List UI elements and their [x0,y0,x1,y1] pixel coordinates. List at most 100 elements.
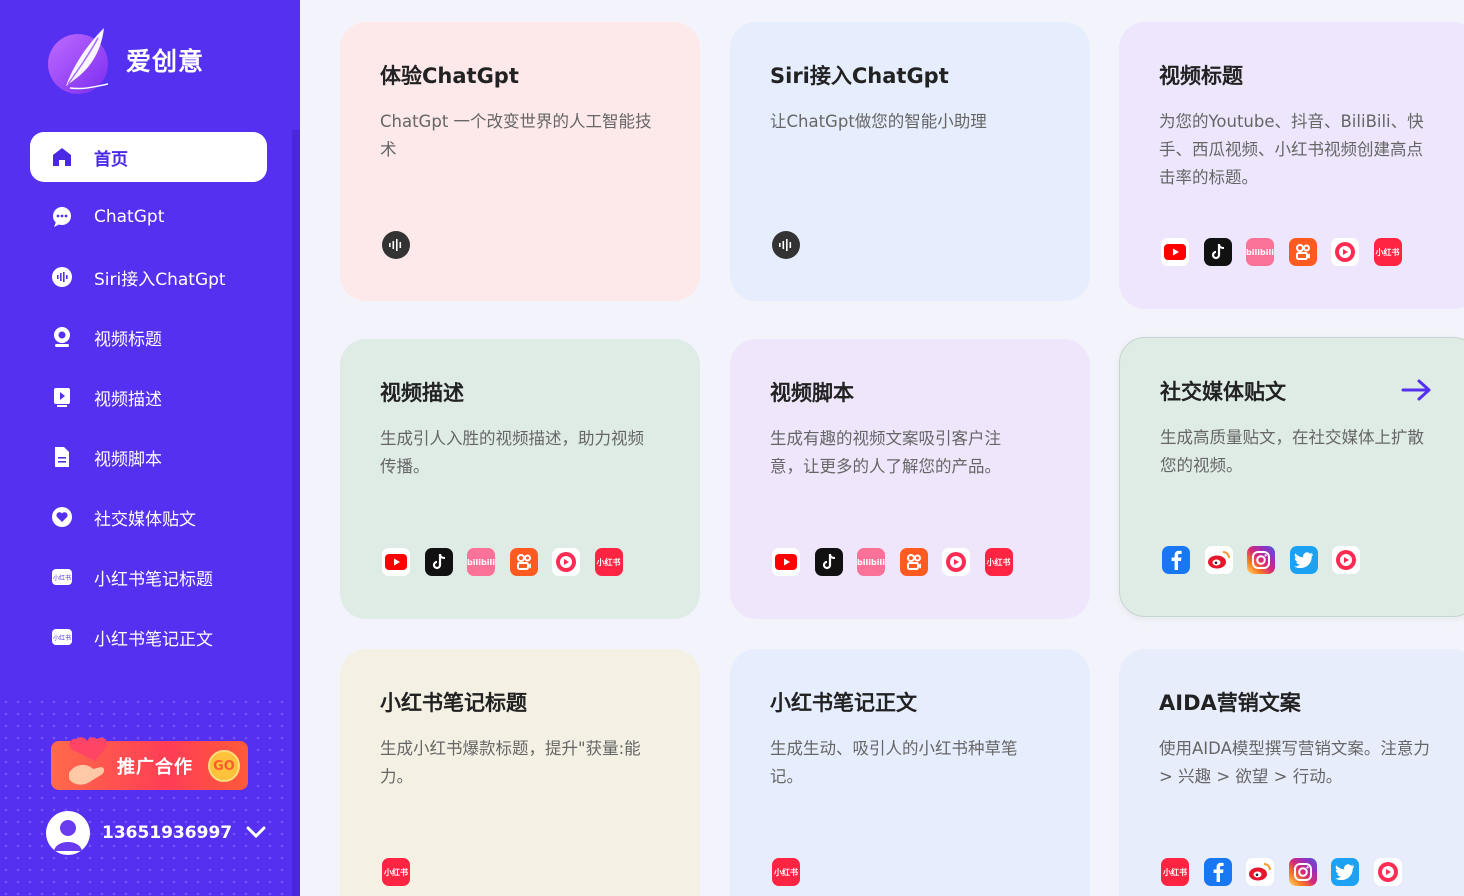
sidebar-item-label: 小红书笔记正文 [94,629,213,650]
card-social-post[interactable]: 社交媒体贴文 生成高质量贴文，在社交媒体上扩散您的视频。 [1119,337,1464,617]
sidebar-item-video-desc[interactable]: 视频描述 [30,372,267,422]
sidebar-item-siri[interactable]: Siri接入ChatGpt [30,252,267,302]
promo-label: 推广合作 [117,756,193,778]
card-icons: bilibili 小红书 [772,548,1027,576]
instagram-icon [1247,546,1275,574]
user-menu[interactable]: 13651936997 [46,811,266,855]
card-title: 视频标题 [1159,64,1243,88]
card-desc: 生成小红书爆款标题，提升"获量:能力。 [380,739,641,786]
sidebar-item-video-title[interactable]: 视频标题 [30,312,267,362]
card-title: 小红书笔记标题 [380,691,527,715]
promo-go-badge: GO [208,750,240,782]
card-icons [1162,546,1375,574]
sidebar-item-home[interactable]: 首页 [30,132,267,182]
document-icon [50,445,74,469]
kuaishou-icon [899,548,928,576]
card-desc: 生成高质量贴文，在社交媒体上扩散您的视频。 [1160,428,1424,475]
sidebar-nav: 首页 ChatGpt Siri接入ChatGpt 视频标题 视频描述 视频脚本 … [30,132,267,672]
card-desc: 生成引人入胜的视频描述，助力视频传播。 [380,429,644,476]
sidebar-item-label: 社交媒体贴文 [94,509,196,530]
card-desc: 使用AIDA模型撰写营销文案。注意力 > 兴趣 > 欲望 > 行动。 [1159,739,1430,786]
feather-logo-icon [44,24,116,96]
card-video-title[interactable]: 视频标题 为您的Youtube、抖音、BiliBili、快手、西瓜视频、小红书视… [1119,22,1464,309]
card-desc: 为您的Youtube、抖音、BiliBili、快手、西瓜视频、小红书视频创建高点… [1159,112,1424,187]
sidebar-item-label: 视频脚本 [94,449,162,470]
sidebar-item-label: 视频描述 [94,389,162,410]
card-icons: 小红书 [382,858,425,886]
xigua-icon [1331,238,1359,266]
user-phone: 13651936997 [102,823,233,843]
chat-bubble-icon [50,205,74,229]
chevron-down-icon[interactable] [246,824,266,843]
card-desc: 让ChatGpt做您的智能小助理 [770,112,987,131]
video-file-icon [50,385,74,409]
xiaohongshu-icon: 小红书 [50,565,74,589]
arrow-right-icon[interactable] [1401,378,1433,406]
card-chatgpt[interactable]: 体验ChatGpt ChatGpt 一个改变世界的人工智能技术 [340,22,700,301]
card-siri[interactable]: Siri接入ChatGpt 让ChatGpt做您的智能小助理 [730,22,1090,301]
voice-icon [382,231,410,259]
xiaohongshu-icon: 小红书 [984,548,1013,576]
card-title: AIDA营销文案 [1159,691,1301,715]
sidebar-scrollbar[interactable] [292,130,300,896]
youtube-icon [1161,238,1189,266]
card-title: 视频脚本 [770,381,854,405]
bilibili-icon: bilibili [467,548,495,576]
svg-text:小红书: 小红书 [53,574,71,582]
card-xhs-title[interactable]: 小红书笔记标题 生成小红书爆款标题，提升"获量:能力。 小红书 [340,649,700,896]
card-title: 体验ChatGpt [380,64,519,88]
card-title: 社交媒体贴文 [1160,380,1286,404]
card-icons: 小红书 [1161,858,1416,886]
facebook-icon [1203,858,1232,886]
card-icons: bilibili 小红书 [382,548,637,576]
xiaohongshu-icon: 小红书 [594,548,623,576]
sidebar-item-label: Siri接入ChatGpt [94,269,226,290]
xiaohongshu-icon: 小红书 [1373,238,1402,266]
svg-text:小红书: 小红书 [53,634,71,642]
home-icon [50,145,74,169]
xiaohongshu-icon: 小红书 [1161,858,1189,886]
card-icons: 小红书 [772,858,815,886]
voice-wave-icon [50,265,74,289]
card-desc: ChatGpt 一个改变世界的人工智能技术 [380,112,652,159]
sidebar-item-social-post[interactable]: 社交媒体贴文 [30,492,267,542]
card-video-script[interactable]: 视频脚本 生成有趣的视频文案吸引客户注意，让更多的人了解您的产品。 bilibi… [730,339,1090,619]
card-video-desc[interactable]: 视频描述 生成引人入胜的视频描述，助力视频传播。 bilibili 小红书 [340,339,700,619]
tiktok-icon [814,548,843,576]
tiktok-icon [1203,238,1232,266]
avatar [46,811,90,855]
xigua-icon [552,548,580,576]
xiaohongshu-icon: 小红书 [772,858,800,886]
facebook-icon [1162,546,1190,574]
sidebar-item-chatgpt[interactable]: ChatGpt [30,192,267,242]
card-xhs-body[interactable]: 小红书笔记正文 生成生动、吸引人的小红书种草笔记。 小红书 [730,649,1090,896]
sidebar: 爱创意 首页 ChatGpt Siri接入ChatGpt 视频标题 视频描述 视… [0,0,300,896]
bilibili-icon: bilibili [1246,238,1274,266]
youtube-icon [382,548,410,576]
bilibili-icon: bilibili [857,548,885,576]
tiktok-icon [424,548,453,576]
app-name: 爱创意 [126,47,205,76]
kuaishou-icon [1288,238,1317,266]
sidebar-item-xhs-title[interactable]: 小红书 小红书笔记标题 [30,552,267,602]
card-icons [382,231,410,259]
card-icons: bilibili 小红书 [1161,238,1416,266]
card-desc: 生成生动、吸引人的小红书种草笔记。 [770,739,1018,786]
card-title: 视频描述 [380,381,464,405]
xiaohongshu-icon: 小红书 [50,625,74,649]
sidebar-item-xhs-body[interactable]: 小红书 小红书笔记正文 [30,612,267,662]
xiaohongshu-icon: 小红书 [382,858,410,886]
sidebar-item-label: 视频标题 [94,329,162,350]
twitter-icon [1331,858,1359,886]
hand-heart-icon [69,737,108,785]
sidebar-item-video-script[interactable]: 视频脚本 [30,432,267,482]
kuaishou-icon [509,548,538,576]
card-title: Siri接入ChatGpt [770,64,949,88]
card-desc: 生成有趣的视频文案吸引客户注意，让更多的人了解您的产品。 [770,429,1001,476]
promo-banner[interactable]: 推广合作 GO [51,737,248,790]
card-aida[interactable]: AIDA营销文案 使用AIDA模型撰写营销文案。注意力 > 兴趣 > 欲望 > … [1119,649,1464,896]
app-logo[interactable]: 爱创意 [44,24,204,96]
twitter-icon [1289,546,1318,574]
heart-bubble-icon [50,505,74,529]
sidebar-item-label: 小红书笔记标题 [94,569,213,590]
